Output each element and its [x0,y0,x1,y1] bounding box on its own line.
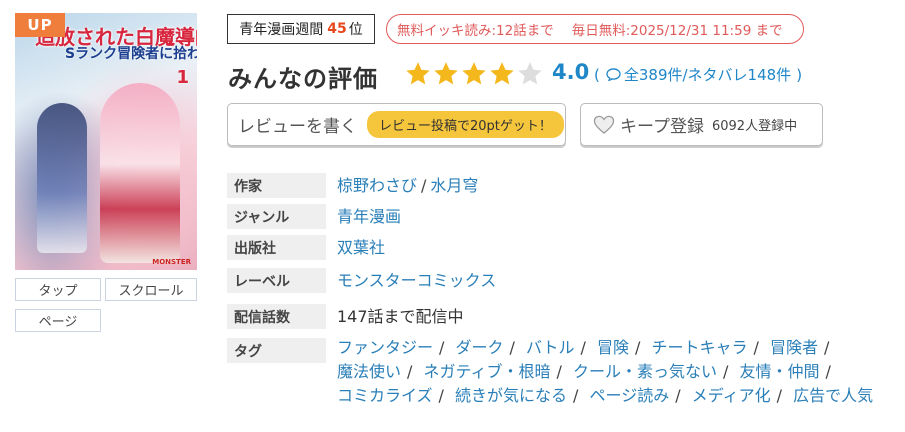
write-review-label: レビューを書く [238,117,357,137]
author-link[interactable]: 椋野わさび [337,176,417,195]
tag-link[interactable]: メディア化 [692,386,771,405]
cover-character-right [100,83,180,263]
genre-label: ジャンル [227,204,326,229]
star-filled-icon [462,62,486,85]
tag-link[interactable]: クール・素っ気ない [573,362,717,381]
counts-close-paren: ) [796,65,803,84]
star-filled-icon [490,62,514,85]
mode-scroll-button[interactable]: スクロール [105,278,197,301]
tag-separator: / [675,386,681,405]
star-empty-icon [518,62,542,85]
keep-register-button[interactable]: キープ登録 6092人登録中 [580,103,823,146]
mode-page-button[interactable]: ページ [15,309,101,332]
tag-separator: / [439,338,445,357]
tag-link[interactable]: チートキャラ [651,338,747,357]
author-label: 作家 [227,173,326,198]
tag-list: ファンタジー / ダーク / バトル / 冒険 / チートキャラ / 冒険者 / 魔法使い /… [337,336,897,408]
up-badge: UP [15,13,65,37]
tag-separator: / [407,362,413,381]
tag-separator: / [825,362,831,381]
tag-link[interactable]: ファンタジー [337,338,433,357]
review-counts: 全389件/ネタバレ148件 [623,66,792,84]
tag-separator: / [823,338,830,357]
tag-separator: / [776,386,782,405]
label-label: レーベル [227,268,326,293]
tag-link[interactable]: 冒険者 [770,338,818,357]
review-promo-badge: レビュー投稿で20ptゲット！ [367,111,564,138]
detail-row-author: 作家 椋野わさび / 水月穹 [227,173,478,198]
tag-link[interactable]: ページ読み [590,386,670,405]
tag-separator: / [723,362,729,381]
tag-separator: / [556,362,562,381]
publisher-label: 出版社 [227,235,326,260]
detail-row-label: レーベル モンスターコミックス [227,268,496,293]
tag-separator: / [509,338,515,357]
tag-separator: / [634,338,641,357]
tag-separator: / [753,338,759,357]
free-info-banner[interactable]: 無料イッキ読み:12話まで 毎日無料:2025/12/31 11:59 まで [386,14,804,44]
star-filled-icon [434,62,458,85]
ranking-label: 青年漫画週間 [239,22,324,38]
cover-character-left [37,103,87,253]
cover-volume: 1 [176,67,189,88]
publisher-link[interactable]: 双葉社 [337,235,385,260]
write-review-button[interactable]: レビューを書く レビュー投稿で20ptゲット！ [227,103,566,146]
author-link[interactable]: 水月穹 [430,176,478,195]
star-filled-icon [406,62,430,85]
free-daily-text: 毎日無料:2025/12/31 11:59 まで [571,23,783,39]
star-rating [404,60,544,88]
tag-link[interactable]: ダーク [456,338,504,357]
tag-link[interactable]: 広告で人気 [793,386,873,405]
ranking-unit: 位 [348,22,363,38]
comment-bubble-icon [606,68,621,81]
tag-link[interactable]: コミカライズ [337,386,433,405]
tag-separator: / [573,386,579,405]
label-link[interactable]: モンスターコミックス [337,268,496,293]
tag-separator: / [438,386,444,405]
genre-link[interactable]: 青年漫画 [337,204,401,229]
mode-tap-button[interactable]: タップ [15,278,101,301]
tag-link[interactable]: バトル [526,338,574,357]
tag-link[interactable]: 冒険 [597,338,629,357]
episodes-label: 配信話数 [227,304,326,329]
counts-open-paren: ( [594,65,600,84]
tag-link[interactable]: 友情・仲間 [740,362,820,381]
detail-row-publisher: 出版社 双葉社 [227,235,385,260]
detail-row-episodes: 配信話数 147話まで配信中 [227,304,464,329]
ranking-badge[interactable]: 青年漫画週間 45 位 [227,14,375,44]
tag-link[interactable]: 魔法使い [337,362,401,381]
cover-publisher-logo: MONSTER [152,258,191,266]
evaluation-title: みんなの評価 [228,65,378,93]
review-counts-link[interactable]: ( 全389件/ネタバレ148件 ) [594,64,802,85]
free-ikki-text: 無料イッキ読み:12話まで [397,23,554,39]
tag-separator: / [580,338,586,357]
tag-link[interactable]: 続きが気になる [455,386,567,405]
episodes-value: 147話まで配信中 [337,307,464,326]
keep-register-label: キープ登録 [620,117,704,137]
cover-title-sub: Sランク冒険者に拾われる [65,46,197,62]
tags-label: タグ [227,338,326,363]
heart-icon [593,115,615,134]
rating-score: 4.0 [552,60,590,84]
tag-link[interactable]: ネガティブ・根暗 [424,362,551,381]
ranking-number: 45 [327,21,347,37]
comic-cover[interactable]: 追放された白魔導師、 Sランク冒険者に拾われる 1 MONSTER [15,13,197,270]
detail-row-genre: ジャンル 青年漫画 [227,204,401,229]
keep-register-count: 6092人登録中 [711,119,798,134]
detail-row-tags: タグ [227,338,326,363]
author-values: 椋野わさび / 水月穹 [337,176,479,195]
